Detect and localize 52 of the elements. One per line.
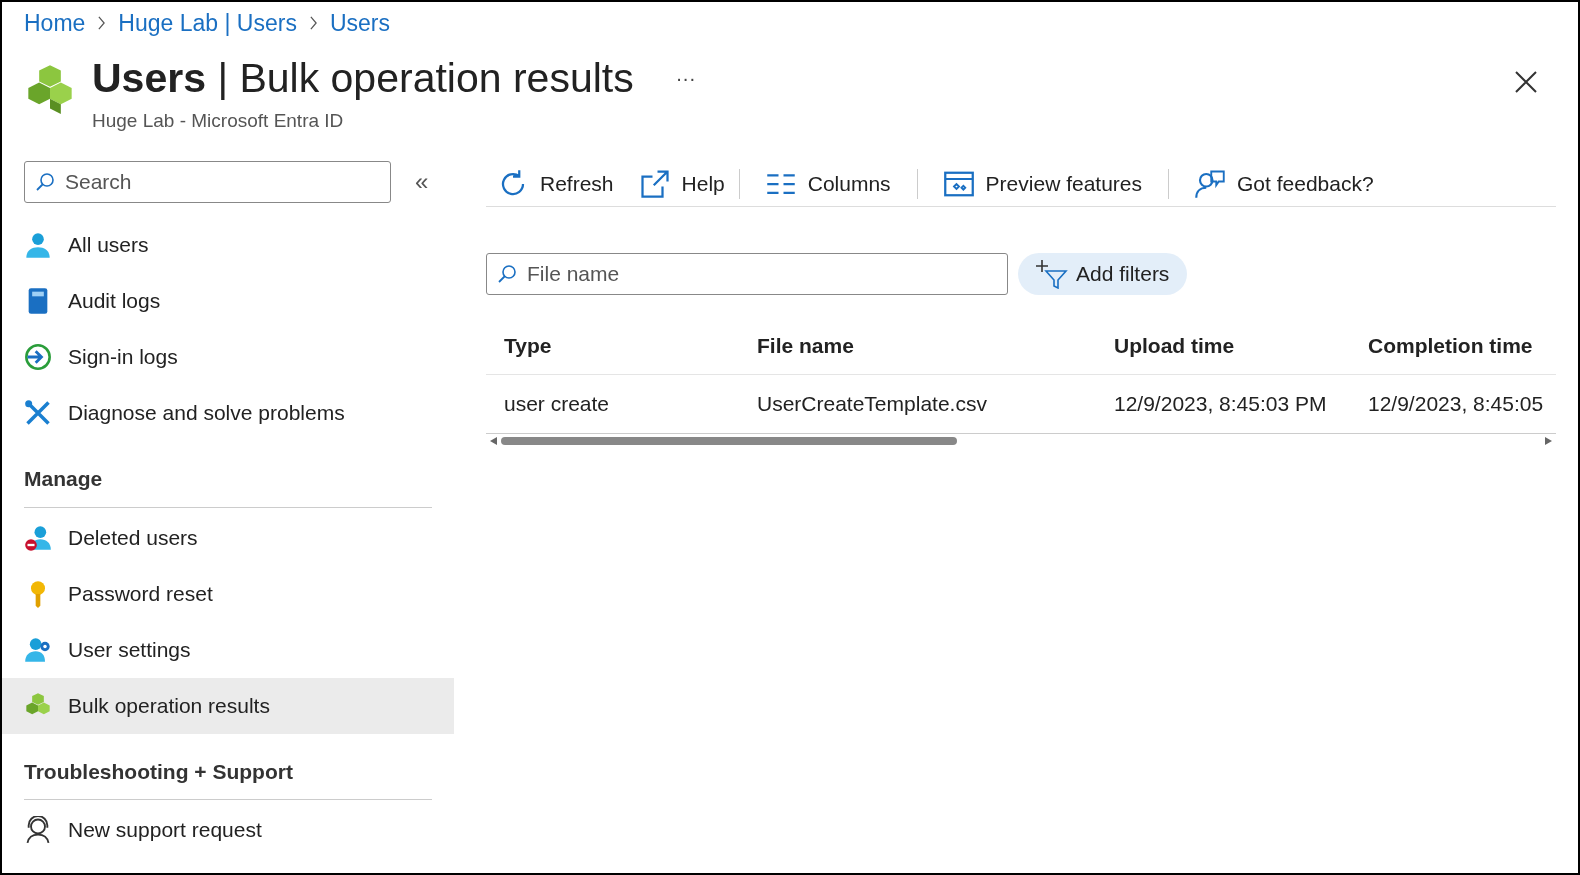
toolbar-button[interactable]: Help xyxy=(639,167,725,200)
user-remove-icon xyxy=(24,523,52,552)
collapse-button[interactable]: « xyxy=(415,164,429,200)
breadcrumb-link[interactable]: Users xyxy=(329,6,390,41)
sidebar-item[interactable]: User settings xyxy=(2,621,454,678)
chevron-icon xyxy=(97,16,107,31)
search-field[interactable]: Search xyxy=(24,161,391,203)
toolbar-button[interactable]: Got feedback? xyxy=(1195,167,1374,200)
user-gear-icon xyxy=(24,635,52,664)
feedback-person-icon xyxy=(1195,168,1225,199)
column-header[interactable]: Upload time xyxy=(1114,329,1368,362)
table-cell-text: 12/9/2023, 8:45:03 PM xyxy=(1114,391,1328,418)
sidebar-item[interactable]: Sign-in logs xyxy=(2,329,454,385)
external-link-icon xyxy=(639,168,670,199)
close-icon[interactable] xyxy=(1514,70,1538,94)
sidebar-item[interactable]: Bulk operation results xyxy=(2,677,454,734)
sign-in-icon xyxy=(24,343,52,371)
column-header[interactable]: Completion time xyxy=(1368,329,1556,362)
sidebar-item[interactable]: Deleted users xyxy=(2,509,454,566)
breadcrumb-link[interactable]: Home xyxy=(24,6,86,41)
toolbar-button[interactable]: Preview features xyxy=(943,167,1142,200)
scrollbar-thumb[interactable] xyxy=(501,436,957,445)
breadcrumb-link[interactable]: Huge Lab | Users xyxy=(118,6,297,41)
toolbar-button[interactable]: Refresh xyxy=(498,167,614,200)
column-header[interactable]: File name xyxy=(757,329,1114,362)
table-cell-text: 12/9/2023, 8:45:05 xyxy=(1368,391,1545,418)
section-heading: Manage xyxy=(24,463,432,508)
user-icon xyxy=(24,231,52,259)
sidebar-item[interactable]: Password reset xyxy=(2,565,454,622)
horizontal-scrollbar[interactable] xyxy=(486,433,1556,447)
tools-icon xyxy=(24,399,52,427)
headset-person-icon xyxy=(24,816,52,844)
sidebar-item[interactable]: New support request xyxy=(2,802,454,858)
more-button[interactable]: ··· xyxy=(675,62,696,93)
page-title: Users | Bulk operation results xyxy=(92,53,634,103)
search-icon xyxy=(35,172,55,192)
add-filter-icon xyxy=(1036,259,1068,289)
sidebar-item[interactable]: All users xyxy=(2,217,454,273)
add-filters-button[interactable]: Add filters xyxy=(1018,253,1188,295)
table-cell-text: UserCreateTemplate.csv xyxy=(757,391,988,418)
scroll-left-icon[interactable] xyxy=(490,436,497,445)
section-heading: Troubleshooting + Support xyxy=(24,755,432,800)
table-cell-text: user create xyxy=(504,391,611,418)
chevron-icon xyxy=(308,16,318,31)
file-name-filter-field[interactable]: File name xyxy=(486,253,1008,295)
sidebar-item[interactable]: Diagnose and solve problems xyxy=(2,385,454,441)
search-icon xyxy=(497,264,517,284)
scroll-right-icon[interactable] xyxy=(1545,436,1552,445)
toolbar-button[interactable]: Columns xyxy=(765,167,891,200)
page-subtitle: Huge Lab - Microsoft Entra ID xyxy=(92,108,345,133)
sidebar-item[interactable]: Audit logs xyxy=(2,273,454,329)
column-header[interactable]: Type xyxy=(504,329,757,362)
